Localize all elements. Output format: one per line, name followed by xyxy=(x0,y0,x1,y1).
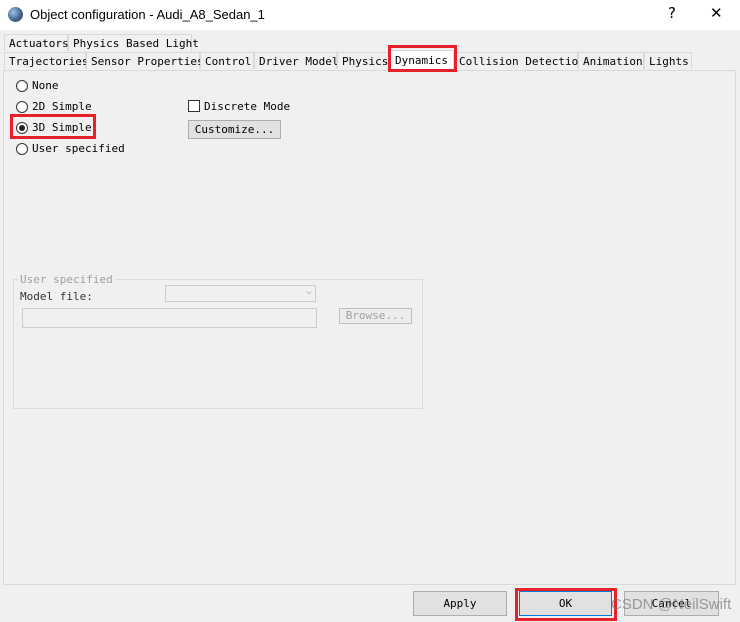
tab-physics[interactable]: Physics xyxy=(337,52,390,69)
customize-button[interactable]: Customize... xyxy=(188,120,281,139)
browse-button[interactable]: Browse... xyxy=(339,308,412,324)
radio-2d-simple-label: 2D Simple xyxy=(32,100,92,113)
app-icon xyxy=(8,7,23,22)
radio-user-specified[interactable] xyxy=(16,143,28,155)
radio-2d-simple[interactable] xyxy=(16,101,28,113)
watermark: CSDN @NeilSwift xyxy=(611,596,732,613)
tab-collision-detection[interactable]: Collision Detection xyxy=(454,52,585,69)
close-button[interactable]: ✕ xyxy=(710,4,723,22)
tab-animation[interactable]: Animation xyxy=(578,52,644,69)
discrete-mode-checkbox[interactable] xyxy=(188,100,200,112)
model-file-combo[interactable]: ⌵ xyxy=(165,285,316,302)
tab-driver-model[interactable]: Driver Model xyxy=(254,52,338,69)
group-title: User specified xyxy=(18,273,115,286)
model-path-input[interactable] xyxy=(22,308,317,328)
tab-actuators[interactable]: Actuators xyxy=(4,34,69,51)
highlight-box xyxy=(515,588,617,621)
model-file-label: Model file: xyxy=(20,290,93,303)
chevron-down-icon: ⌵ xyxy=(305,286,312,297)
tab-trajectories[interactable]: Trajectories xyxy=(4,52,88,69)
tab-sensor-properties[interactable]: Sensor Properties xyxy=(86,52,204,69)
tab-physics-based-light[interactable]: Physics Based Light xyxy=(68,34,199,51)
radio-user-specified-label: User specified xyxy=(32,142,125,155)
radio-none[interactable] xyxy=(16,80,28,92)
discrete-mode-label: Discrete Mode xyxy=(204,100,291,113)
window-title: Object configuration - Audi_A8_Sedan_1 xyxy=(30,7,265,22)
highlight-box xyxy=(10,114,96,139)
tab-lights[interactable]: Lights xyxy=(644,52,692,69)
apply-button[interactable]: Apply xyxy=(413,591,507,616)
radio-none-label: None xyxy=(32,79,59,92)
highlight-box xyxy=(388,45,457,72)
help-button[interactable]: ? xyxy=(668,4,676,22)
tab-control[interactable]: Control xyxy=(200,52,254,69)
